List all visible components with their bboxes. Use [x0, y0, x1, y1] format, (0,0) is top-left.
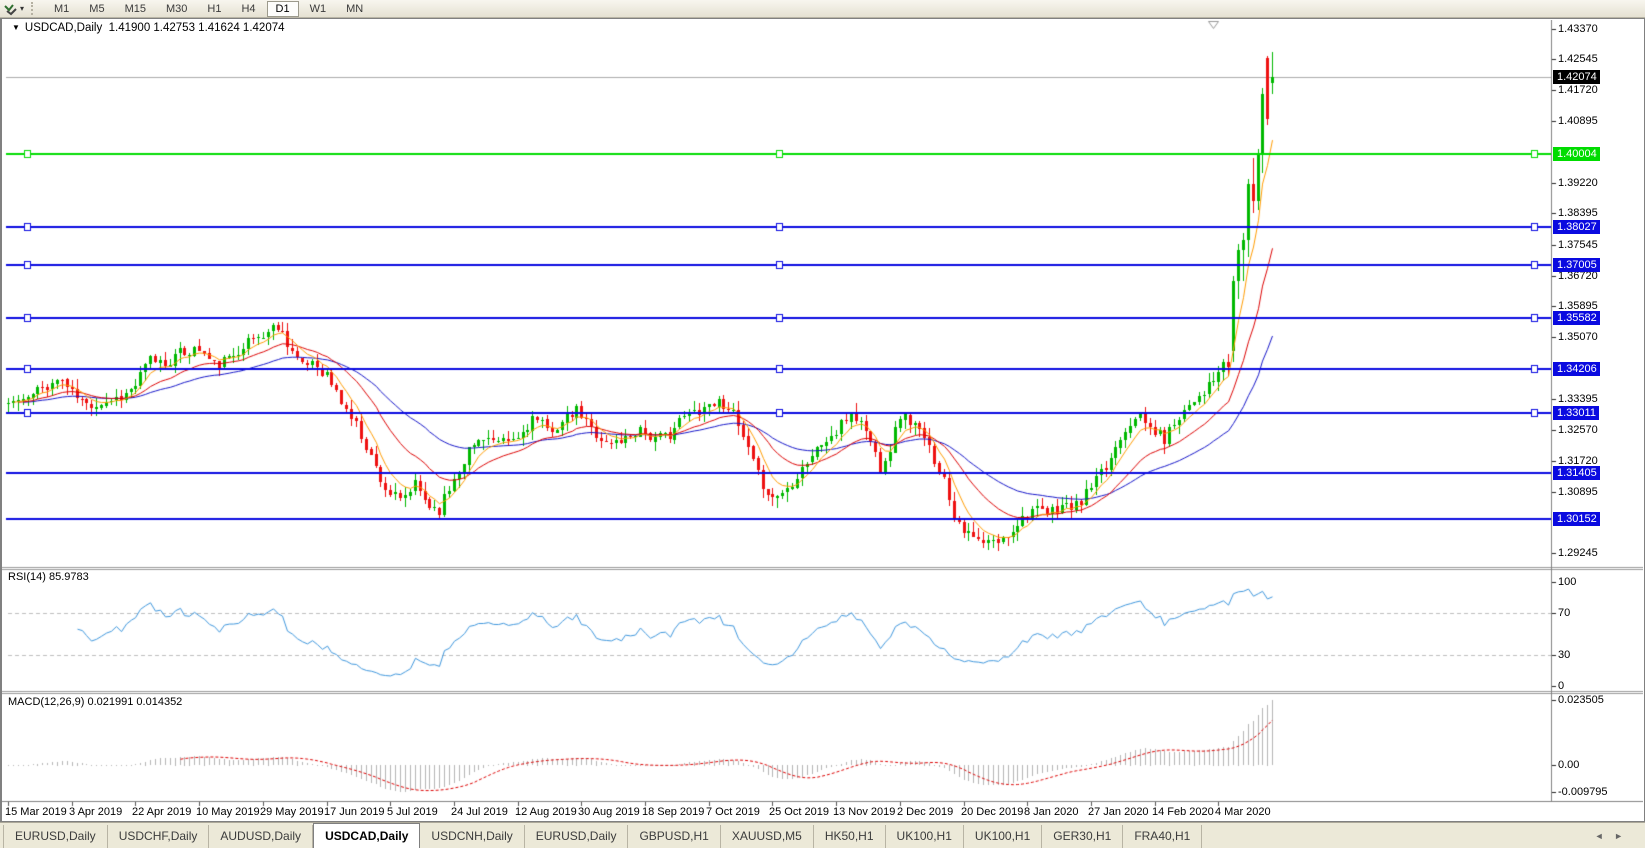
timeframe-m5[interactable]: M5 — [80, 1, 113, 17]
date-label: 30 Aug 2019 — [578, 806, 640, 819]
date-label: 29 May 2019 — [260, 806, 324, 819]
timeframe-h4[interactable]: H4 — [232, 1, 264, 17]
price-line-label: 1.33011 — [1553, 406, 1599, 420]
price-line-label: 1.35582 — [1553, 311, 1600, 325]
price-axis-tick: 1.42545 — [1558, 53, 1598, 66]
macd-axis-tick: -0.009795 — [1558, 786, 1608, 799]
price-line-label: 1.40004 — [1553, 147, 1600, 161]
timeframe-button-group: M1M5M15M30H1H4D1W1MN — [44, 1, 373, 17]
symbol-tab-bar: EURUSD,DailyUSDCHF,DailyAUDUSD,DailyUSDC… — [0, 822, 1645, 848]
chart-mode-icon-glyph — [3, 2, 19, 16]
chart-ohlc-values: 1.41900 1.42753 1.41624 1.42074 — [109, 22, 285, 34]
timeframe-w1[interactable]: W1 — [301, 1, 336, 17]
date-label: 20 Dec 2019 — [961, 806, 1023, 819]
date-label: 25 Oct 2019 — [769, 806, 829, 819]
rsi-value: 85.9783 — [49, 571, 89, 583]
date-label: 15 Mar 2019 — [5, 806, 67, 819]
current-price-label: 1.42074 — [1553, 70, 1600, 84]
date-label: 12 Aug 2019 — [515, 806, 577, 819]
macd-values: 0.021991 0.014352 — [87, 696, 182, 708]
chart-title-dropdown-icon[interactable]: ▼ — [12, 23, 20, 32]
tab-audusd-daily[interactable]: AUDUSD,Daily — [209, 825, 313, 848]
date-label: 18 Sep 2019 — [642, 806, 704, 819]
tab-gbpusd-h1[interactable]: GBPUSD,H1 — [628, 825, 720, 848]
rsi-axis-tick: 0 — [1558, 680, 1564, 693]
tab-usdchf-daily[interactable]: USDCHF,Daily — [108, 825, 210, 848]
chart-symbol-label: USDCAD,Daily — [25, 22, 102, 34]
date-label: 10 May 2019 — [196, 806, 260, 819]
price-axis-tick: 1.43370 — [1558, 23, 1598, 36]
timeframe-d1[interactable]: D1 — [267, 1, 299, 17]
tab-uk100-h1[interactable]: UK100,H1 — [964, 825, 1042, 848]
tab-eurusd-daily[interactable]: EURUSD,Daily — [525, 825, 629, 848]
tab-xauusd-m5[interactable]: XAUUSD,M5 — [721, 825, 814, 848]
chart-canvas[interactable] — [2, 20, 1643, 808]
date-label: 14 Feb 2020 — [1152, 806, 1214, 819]
price-line-label: 1.31405 — [1553, 466, 1600, 480]
macd-indicator-label: MACD(12,26,9) 0.021991 0.014352 — [8, 696, 182, 708]
tab-scroll-left-icon[interactable]: ◄ — [1595, 831, 1604, 841]
date-label: 4 Mar 2020 — [1215, 806, 1271, 819]
chart-title: ▼ USDCAD,Daily 1.41900 1.42753 1.41624 1.… — [12, 22, 285, 34]
timeframe-m30[interactable]: M30 — [157, 1, 196, 17]
date-label: 13 Nov 2019 — [833, 806, 895, 819]
top-toolbar: ▾ M1M5M15M30H1H4D1W1MN — [0, 0, 1645, 18]
price-axis-tick: 1.41720 — [1558, 84, 1598, 97]
chart-window: ▼ USDCAD,Daily 1.41900 1.42753 1.41624 1.… — [0, 18, 1645, 822]
tab-uk100-h1[interactable]: UK100,H1 — [886, 825, 964, 848]
price-axis-tick: 1.37545 — [1558, 239, 1598, 252]
date-label: 22 Apr 2019 — [132, 806, 191, 819]
date-label: 5 Jul 2019 — [387, 806, 438, 819]
date-label: 8 Jan 2020 — [1024, 806, 1078, 819]
price-axis-tick: 1.40895 — [1558, 115, 1598, 128]
trading-terminal: { "toolbar": { "dropdown_arrow": "▾", "t… — [0, 0, 1645, 848]
tab-scroll-right-icon[interactable]: ► — [1614, 831, 1623, 841]
chart-mode-icon[interactable] — [3, 2, 19, 16]
rsi-axis-tick: 70 — [1558, 607, 1570, 620]
tab-eurusd-daily[interactable]: EURUSD,Daily — [3, 825, 108, 848]
date-label: 27 Jan 2020 — [1088, 806, 1149, 819]
symbol-tabs: EURUSD,DailyUSDCHF,DailyAUDUSD,DailyUSDC… — [0, 825, 1202, 848]
tab-hk50-h1[interactable]: HK50,H1 — [814, 825, 886, 848]
timeframe-m15[interactable]: M15 — [116, 1, 155, 17]
price-axis-tick: 1.30895 — [1558, 486, 1598, 499]
timeframe-m1[interactable]: M1 — [45, 1, 78, 17]
price-line-label: 1.37005 — [1553, 258, 1600, 272]
tab-usdcnh-daily[interactable]: USDCNH,Daily — [420, 825, 524, 848]
rsi-name: RSI(14) — [8, 571, 46, 583]
price-axis-tick: 1.32570 — [1558, 424, 1598, 437]
tab-scroll-nav: ◄ ► — [1591, 831, 1627, 848]
macd-name: MACD(12,26,9) — [8, 696, 84, 708]
tab-fra40-h1[interactable]: FRA40,H1 — [1123, 825, 1202, 848]
price-line-label: 1.34206 — [1553, 362, 1600, 376]
toolbar-grip-handle[interactable] — [31, 2, 37, 15]
macd-axis-tick: 0.00 — [1558, 759, 1579, 772]
price-axis-tick: 1.29245 — [1558, 547, 1598, 560]
rsi-axis-tick: 30 — [1558, 649, 1570, 662]
chart-mode-dropdown-icon[interactable]: ▾ — [20, 4, 24, 13]
price-axis-tick: 1.35070 — [1558, 331, 1598, 344]
rsi-indicator-label: RSI(14) 85.9783 — [8, 571, 89, 583]
price-axis-tick: 1.38395 — [1558, 207, 1598, 220]
macd-axis-tick: 0.023505 — [1558, 694, 1604, 707]
timeframe-mn[interactable]: MN — [337, 1, 372, 17]
timeframe-h1[interactable]: H1 — [198, 1, 230, 17]
date-label: 2 Dec 2019 — [897, 806, 953, 819]
tab-ger30-h1[interactable]: GER30,H1 — [1042, 825, 1123, 848]
date-label: 7 Oct 2019 — [706, 806, 760, 819]
price-axis-tick: 1.39220 — [1558, 177, 1598, 190]
price-axis-tick: 1.33395 — [1558, 393, 1598, 406]
price-line-label: 1.38027 — [1553, 220, 1600, 234]
price-line-label: 1.30152 — [1553, 512, 1600, 526]
tab-usdcad-daily[interactable]: USDCAD,Daily — [313, 823, 420, 848]
rsi-axis-tick: 100 — [1558, 576, 1576, 589]
date-label: 24 Jul 2019 — [451, 806, 508, 819]
date-label: 17 Jun 2019 — [324, 806, 385, 819]
date-label: 3 Apr 2019 — [69, 806, 122, 819]
